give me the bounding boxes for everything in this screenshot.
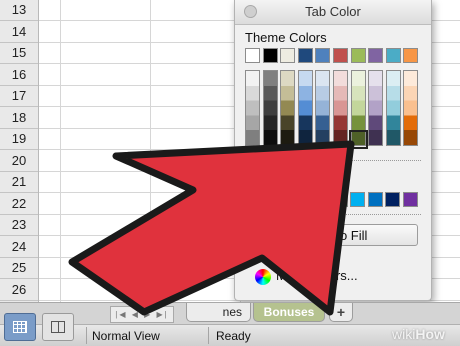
gridline [150,0,151,302]
grid-icon [13,321,27,333]
sheet-tab-bonuses[interactable]: Bonuses [253,303,325,322]
theme-color-shade-column[interactable] [403,70,419,146]
page-layout-view-button[interactable] [42,313,74,341]
theme-color-swatch[interactable] [280,48,296,63]
theme-color-swatch[interactable] [385,48,401,63]
theme-color-swatch[interactable] [403,48,419,63]
row-number[interactable]: 15 [0,42,38,64]
tab-color-popup: Tab Color Theme Colors olors No Fill Mor… [234,0,432,301]
standard-color-swatch[interactable] [385,192,401,207]
theme-color-swatch[interactable] [315,48,331,63]
row-number[interactable]: 16 [0,64,38,86]
row-number[interactable]: 18 [0,107,38,129]
theme-color-shade-column[interactable] [280,70,296,146]
row-number[interactable]: 19 [0,128,38,150]
theme-color-swatch[interactable] [368,48,384,63]
gridline [60,0,61,302]
status-divider [86,327,87,344]
row-number[interactable]: 14 [0,21,38,43]
theme-colors-label: Theme Colors [245,30,327,45]
theme-color-swatch[interactable] [262,48,278,63]
divider [245,160,421,161]
theme-color-swatch[interactable] [245,48,260,63]
theme-color-swatch[interactable] [297,48,313,63]
tab-scroll-controls[interactable]: |◀ ◀ ▶ ▶| [110,306,174,323]
sheet-tab[interactable]: nes [186,303,251,322]
theme-color-swatch[interactable] [350,48,366,63]
row-number[interactable]: 20 [0,150,38,172]
row-number[interactable]: 25 [0,257,38,279]
wikihow-watermark: wikiHow [392,326,445,342]
status-bar: Normal View Ready [0,313,460,346]
status-divider [208,327,209,344]
more-colors-button[interactable]: More Colors... [255,266,358,286]
standard-colors-label: olors [295,171,324,186]
theme-color-shade-column[interactable] [262,70,278,146]
row-number[interactable]: 26 [0,279,38,301]
standard-color-swatch[interactable] [350,192,366,207]
status-ready-label: Ready [216,329,251,343]
popup-title: Tab Color [235,0,431,25]
row-number[interactable]: 23 [0,214,38,236]
standard-color-swatch[interactable] [332,192,348,207]
more-colors-label: More Colors... [276,268,358,283]
color-wheel-icon [255,268,271,285]
row-number[interactable]: 21 [0,171,38,193]
standard-color-swatch[interactable] [367,192,383,207]
no-fill-button[interactable]: No Fill [280,224,418,246]
add-sheet-button[interactable]: + [329,303,353,322]
page-layout-icon [51,321,65,333]
standard-color-swatch[interactable] [315,192,330,207]
normal-view-button[interactable] [4,313,36,341]
row-number[interactable]: 24 [0,236,38,258]
theme-color-shade-column[interactable] [315,70,331,146]
row-header-column: 131415161718192021222324252627 [0,0,39,302]
theme-color-shade-column[interactable] [245,70,260,146]
watermark-part-a: wiki [392,326,416,342]
view-mode-label: Normal View [92,329,160,343]
row-number[interactable]: 13 [0,0,38,21]
watermark-part-b: How [415,326,445,342]
theme-color-shade-column[interactable] [385,70,401,146]
theme-color-shade-column[interactable] [297,70,313,146]
theme-color-shade-column[interactable] [368,70,384,146]
standard-color-swatch[interactable] [403,192,418,207]
close-button[interactable] [244,5,257,18]
row-number[interactable]: 17 [0,85,38,107]
selected-color-indicator [348,130,368,149]
theme-color-shade-column[interactable] [333,70,348,146]
divider [245,214,421,215]
theme-color-swatch[interactable] [333,48,348,63]
row-number[interactable]: 22 [0,193,38,215]
